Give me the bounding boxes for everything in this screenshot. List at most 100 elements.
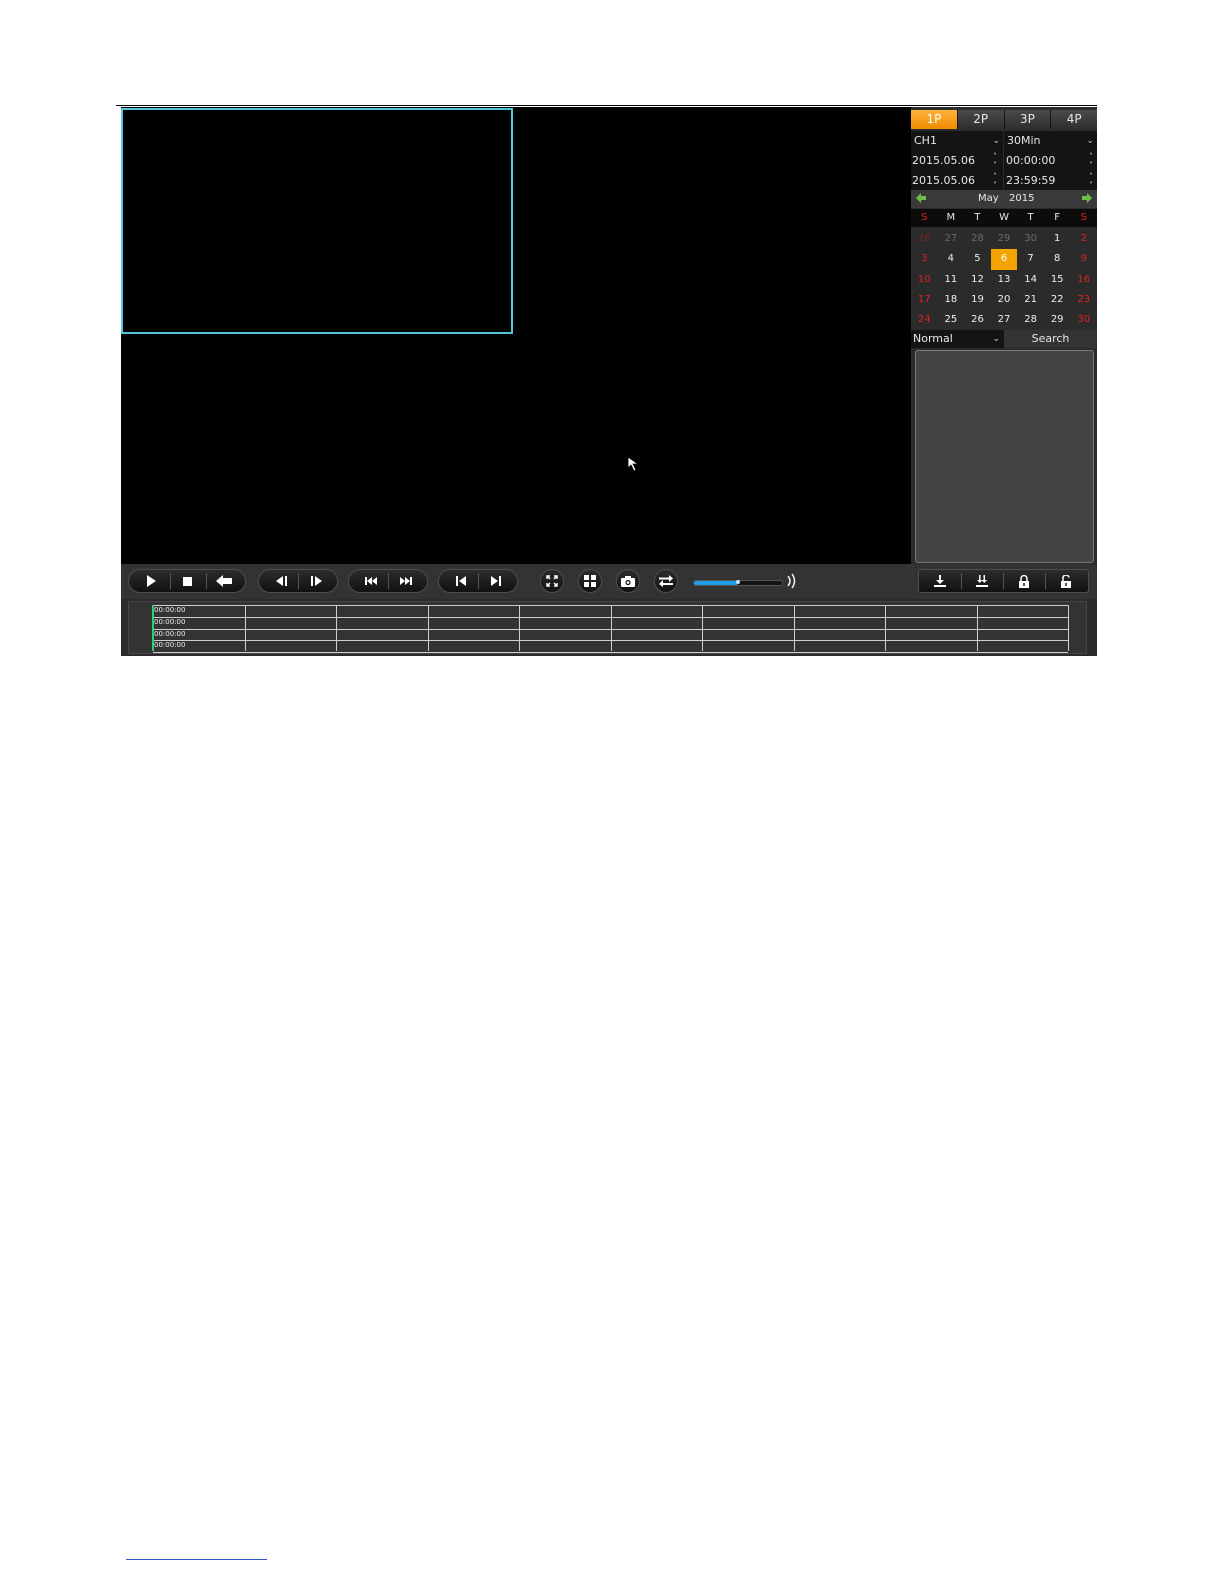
calendar-day[interactable]: 9 <box>1070 249 1097 269</box>
previous-file-button[interactable] <box>446 570 476 592</box>
calendar-day[interactable]: 22 <box>1044 290 1071 310</box>
end-time-field[interactable]: 23:59:59 ˄ ˅ <box>1004 171 1097 191</box>
calendar-day[interactable]: 30 <box>1070 310 1097 330</box>
calendar-day[interactable]: 12 <box>964 270 991 290</box>
duration-select[interactable]: 30Min ⌄ <box>1004 131 1097 151</box>
calendar-day[interactable]: 6 <box>990 249 1018 270</box>
calendar-day[interactable]: 15 <box>1044 270 1071 290</box>
calendar-day[interactable]: 27 <box>991 310 1018 330</box>
calendar-day[interactable]: 11 <box>938 270 965 290</box>
calendar-day[interactable]: 28 <box>964 229 991 249</box>
calendar-day[interactable]: 29 <box>991 229 1018 249</box>
calendar-day[interactable]: 26 <box>964 310 991 330</box>
spinner-icon[interactable]: ˄ ˅ <box>1087 172 1095 190</box>
channel-value: CH1 <box>914 134 937 147</box>
end-time-value: 23:59:59 <box>1006 174 1056 187</box>
basic-controls-group <box>128 569 246 593</box>
calendar-month[interactable]: May <box>978 190 999 208</box>
spinner-icon[interactable]: ˄ ˅ <box>991 152 999 170</box>
file-actions-group <box>918 569 1089 593</box>
start-time-field[interactable]: 00:00:00 ˄ ˅ <box>1004 151 1097 171</box>
calendar-day[interactable]: 13 <box>991 270 1018 290</box>
calendar-day[interactable]: 14 <box>1017 270 1044 290</box>
calendar-day[interactable]: 2 <box>1070 229 1097 249</box>
tab-2p[interactable]: 2P <box>956 110 1004 129</box>
unlock-button[interactable] <box>1051 570 1081 592</box>
spinner-icon[interactable]: ˄ ˅ <box>991 172 999 190</box>
calendar-day[interactable]: 23 <box>1070 290 1097 310</box>
snapshot-button[interactable] <box>616 569 640 593</box>
step-back-button[interactable] <box>266 570 296 592</box>
calendar-week: 10 11 12 13 14 15 16 <box>911 270 1097 290</box>
batch-download-button[interactable] <box>967 570 997 592</box>
switch-button[interactable] <box>654 569 678 593</box>
selected-video-pane[interactable] <box>121 108 513 334</box>
tab-4p[interactable]: 4P <box>1050 110 1097 129</box>
calendar-day[interactable]: 1 <box>1044 229 1071 249</box>
step-forward-button[interactable] <box>301 570 331 592</box>
chevron-down-icon: ⌄ <box>1086 136 1094 146</box>
split-screen-button[interactable] <box>578 569 602 593</box>
calendar-day[interactable]: 24 <box>911 310 938 330</box>
back-button[interactable] <box>209 570 239 592</box>
search-button[interactable]: Search <box>1004 330 1097 348</box>
timeline-track[interactable]: 00:00:00 00:00:00 00:00:00 00:00:00 <box>128 601 1087 654</box>
lock-button[interactable] <box>1009 570 1039 592</box>
calendar-year[interactable]: 2015 <box>1009 190 1034 208</box>
start-date-value: 2015.05.06 <box>912 154 975 167</box>
volume-knob[interactable] <box>736 580 740 584</box>
footer-link-underline <box>126 1559 267 1560</box>
spinner-icon[interactable]: ˄ ˅ <box>1087 152 1095 170</box>
tab-3p[interactable]: 3P <box>1003 110 1051 129</box>
calendar-day[interactable]: 30 <box>1017 229 1044 249</box>
channel-duration-row: CH1 ⌄ 30Min ⌄ <box>911 131 1097 151</box>
calendar-day[interactable]: 26 <box>911 229 938 249</box>
channel-select[interactable]: CH1 ⌄ <box>911 131 1003 151</box>
weekday-thu: T <box>1027 212 1034 223</box>
video-area[interactable] <box>121 107 911 564</box>
tab-1p[interactable]: 1P <box>911 110 957 129</box>
end-date-field[interactable]: 2015.05.06 ˄ ˅ <box>911 171 1003 191</box>
volume-slider[interactable] <box>693 580 783 586</box>
record-type-select[interactable]: Normal ⌄ <box>911 330 1004 348</box>
weekday-wed: W <box>999 212 1009 223</box>
calendar-day[interactable]: 21 <box>1017 290 1044 310</box>
calendar-day[interactable]: 10 <box>911 270 938 290</box>
calendar-day[interactable]: 16 <box>1070 270 1097 290</box>
speaker-icon[interactable] <box>787 573 797 589</box>
search-results-list[interactable] <box>915 350 1094 563</box>
play-button[interactable] <box>136 570 166 592</box>
calendar-day[interactable]: 18 <box>938 290 965 310</box>
download-icon <box>934 575 946 587</box>
previous-month-icon[interactable] <box>915 192 927 204</box>
calendar-day[interactable]: 29 <box>1044 310 1071 330</box>
calendar-day[interactable]: 27 <box>938 229 965 249</box>
calendar-day[interactable]: 25 <box>938 310 965 330</box>
calendar-day[interactable]: 28 <box>1017 310 1044 330</box>
divider <box>961 573 962 589</box>
calendar-day[interactable]: 7 <box>1017 249 1044 269</box>
calendar-day[interactable]: 5 <box>964 249 991 269</box>
weekday-tue: T <box>974 212 981 223</box>
calendar-day[interactable]: 3 <box>911 249 938 269</box>
calendar-day[interactable]: 20 <box>991 290 1018 310</box>
stop-button[interactable] <box>172 570 202 592</box>
start-date-field[interactable]: 2015.05.06 ˄ ˅ <box>911 151 1003 171</box>
calendar-day[interactable]: 19 <box>964 290 991 310</box>
fast-button[interactable] <box>391 570 421 592</box>
next-file-button[interactable] <box>481 570 511 592</box>
fullscreen-button[interactable] <box>540 569 564 593</box>
calendar-day[interactable]: 17 <box>911 290 938 310</box>
playback-position-marker[interactable] <box>152 605 154 651</box>
download-button[interactable] <box>925 570 955 592</box>
step-back-icon <box>275 576 287 586</box>
calendar-day[interactable]: 8 <box>1044 249 1071 269</box>
slow-icon <box>365 577 377 585</box>
next-file-icon <box>491 576 501 586</box>
divider <box>1003 573 1004 589</box>
calendar-week: 24 25 26 27 28 29 30 <box>911 310 1097 330</box>
step-controls-group <box>258 569 338 593</box>
calendar-day[interactable]: 4 <box>938 249 965 269</box>
next-month-icon[interactable] <box>1081 192 1093 204</box>
slow-button[interactable] <box>356 570 386 592</box>
